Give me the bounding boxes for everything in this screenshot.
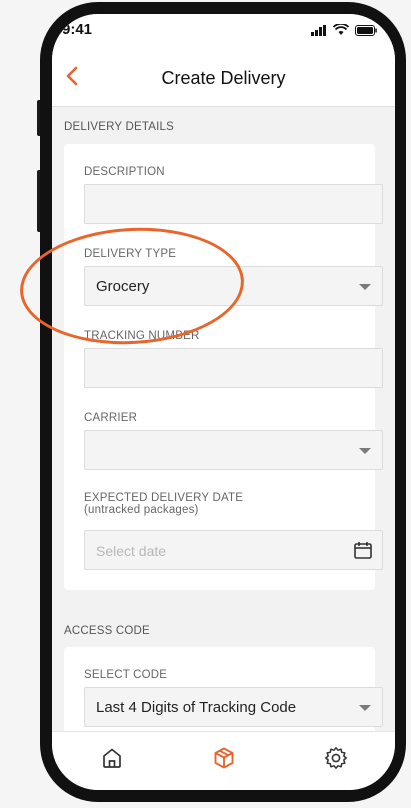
dropdown-arrow-icon (359, 284, 371, 290)
select-code-label: SELECT CODE (84, 669, 168, 681)
date-placeholder: Select date (96, 543, 167, 559)
section-label-delivery-details: DELIVERY DETAILS (64, 121, 174, 133)
select-code-select[interactable]: Last 4 Digits of Tracking Code (84, 687, 383, 727)
status-icons (311, 24, 377, 36)
tracking-number-field[interactable] (84, 348, 383, 388)
description-label: DESCRIPTION (84, 166, 165, 178)
signal-icon (311, 24, 326, 36)
status-time: 9:41 (62, 21, 93, 38)
package-icon[interactable] (212, 746, 236, 770)
navigation-bar: Create Delivery (52, 50, 395, 107)
page-title: Create Delivery (161, 68, 286, 88)
app-screen: 9:41 Create Delivery DELIVERY DETAILS DE… (52, 14, 395, 790)
tracking-number-label: TRACKING NUMBER (84, 330, 200, 342)
dropdown-arrow-icon (359, 705, 371, 711)
expected-date-label: EXPECTED DELIVERY DATE (untracked packag… (84, 492, 244, 516)
dropdown-arrow-icon (359, 448, 371, 454)
delivery-type-select[interactable]: Grocery (84, 266, 383, 306)
battery-icon (355, 24, 377, 36)
wifi-icon (333, 24, 349, 35)
access-code-card: SELECT CODE Last 4 Digits of Tracking Co… (64, 647, 383, 737)
delivery-type-value: Grocery (96, 278, 150, 295)
section-label-access-code: ACCESS CODE (64, 625, 150, 637)
carrier-select[interactable] (84, 430, 383, 470)
status-bar: 9:41 (52, 14, 395, 50)
tab-bar (52, 731, 395, 790)
description-field[interactable] (84, 184, 383, 224)
carrier-label: CARRIER (84, 412, 138, 424)
gear-icon[interactable] (324, 746, 348, 770)
delivery-details-card: DESCRIPTION DELIVERY TYPE Grocery TRACKI… (64, 144, 383, 590)
expected-date-field[interactable]: Select date (84, 530, 383, 570)
select-code-value: Last 4 Digits of Tracking Code (96, 699, 297, 716)
expected-date-sublabel: (untracked packages) (84, 504, 199, 516)
home-icon[interactable] (100, 746, 124, 770)
calendar-icon[interactable] (353, 540, 373, 560)
delivery-type-label: DELIVERY TYPE (84, 248, 177, 260)
